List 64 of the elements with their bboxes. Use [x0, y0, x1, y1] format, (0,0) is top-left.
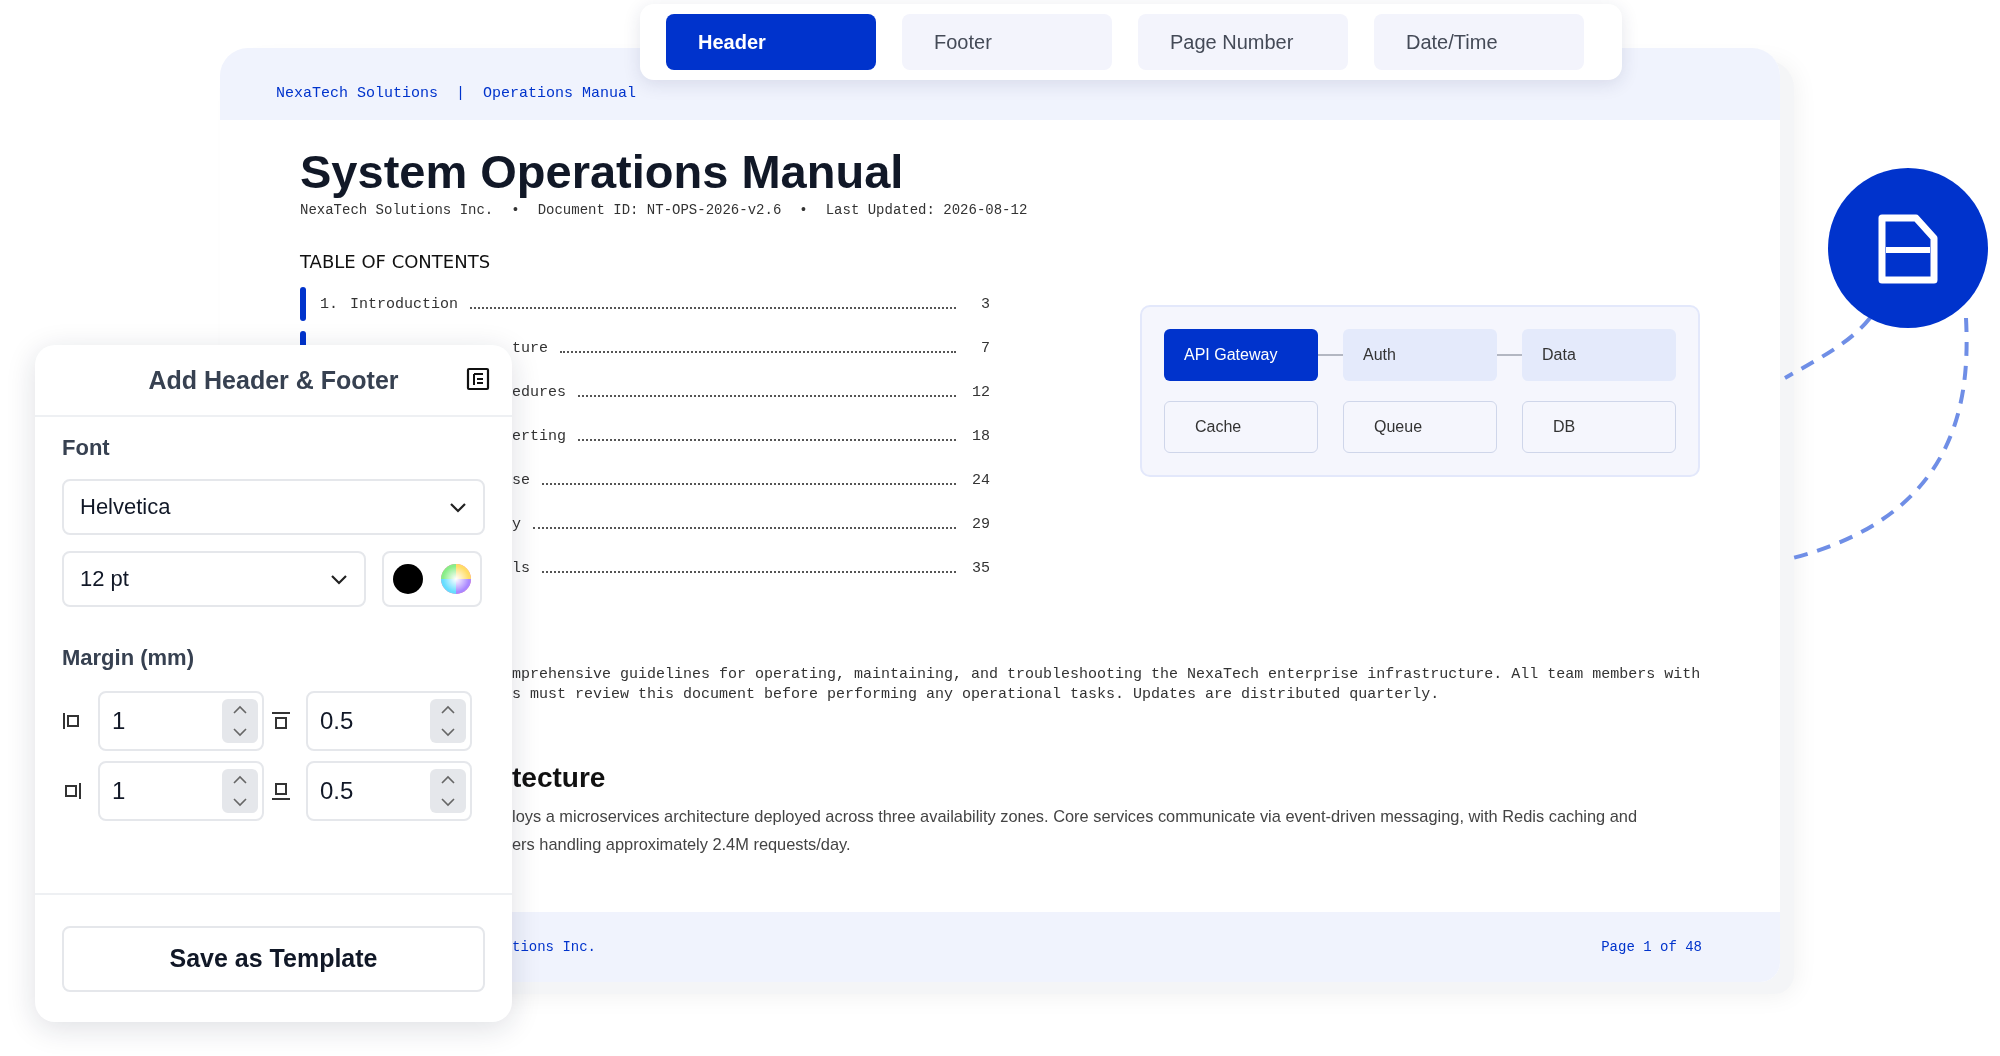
diagram-node: Data	[1522, 329, 1676, 381]
margin-top-icon	[270, 710, 292, 732]
toc-heading: TABLE OF CONTENTS	[300, 252, 492, 272]
header-title: Operations Manual	[483, 85, 637, 102]
toc-title[interactable]: ls	[512, 559, 530, 577]
toc-page: 12	[971, 383, 990, 401]
toc-page: 29	[971, 515, 990, 533]
size-dropdown[interactable]: 12 pt	[62, 551, 366, 607]
toc-title[interactable]: se	[512, 471, 530, 489]
diagram-node: Queue	[1343, 401, 1497, 453]
header-separator: |	[456, 85, 466, 102]
toc-title[interactable]: erting	[512, 427, 566, 445]
stepper-icon[interactable]	[222, 769, 258, 813]
document-meta: •	[799, 201, 808, 220]
template-icon[interactable]	[466, 367, 490, 391]
toc-page: 35	[971, 559, 990, 577]
font-label: Font	[62, 435, 111, 461]
margin-field[interactable]: 1	[98, 691, 264, 751]
toc-number: 1.	[320, 295, 339, 313]
margin-field[interactable]: 0.5	[306, 761, 472, 821]
section-paragraph: loys a microservices architecture deployed across three availability zones. Core services communicate via event-driven messaging, with Redis caching and ers handling approximately 2.4M requests/day.	[512, 806, 1639, 855]
document-title: System Operations Manual	[300, 144, 905, 200]
toc-title[interactable]: Introduction	[350, 295, 459, 313]
stepper-icon[interactable]	[222, 699, 258, 743]
document-meta: NexaTech Solutions Inc.	[300, 201, 494, 220]
toc-page: 3	[980, 295, 990, 313]
color-picker[interactable]	[382, 551, 482, 607]
font-dropdown[interactable]: Helvetica	[62, 479, 485, 535]
tab[interactable]: Footer	[902, 14, 1112, 70]
chevron-down-icon	[449, 500, 467, 514]
page-number: Page 1 of 48	[1601, 939, 1702, 955]
color-wheel-icon[interactable]	[441, 564, 471, 594]
panel-title: Add Header & Footer	[148, 365, 399, 395]
margin-bottom-icon	[270, 780, 292, 802]
document-meta: •	[511, 201, 520, 220]
toc-page: 7	[980, 339, 990, 357]
footer-company: tions Inc.	[512, 939, 596, 955]
diagram-node: Cache	[1164, 401, 1318, 453]
toc-page: 18	[971, 427, 990, 445]
diagram-node: DB	[1522, 401, 1676, 453]
stepper-icon[interactable]	[430, 699, 466, 743]
margin-field[interactable]: 1	[98, 761, 264, 821]
tab[interactable]: Page Number	[1138, 14, 1348, 70]
document-meta: Last Updated: 2026-08-12	[825, 201, 1028, 220]
margin-field[interactable]: 0.5	[306, 691, 472, 751]
document-icon[interactable]	[1828, 168, 1988, 328]
tab[interactable]: Date/Time	[1374, 14, 1584, 70]
toc-title[interactable]: y	[512, 515, 521, 533]
stepper-icon[interactable]	[430, 769, 466, 813]
tab[interactable]: Header	[666, 14, 876, 70]
section-heading: tecture	[512, 761, 607, 795]
save-template-button[interactable]: Save as Template	[62, 925, 485, 992]
toc-page: 24	[971, 471, 990, 489]
margin-label: Margin (mm)	[62, 645, 195, 671]
toc-title[interactable]: edures	[512, 383, 566, 401]
intro-paragraph: mprehensive guidelines for operating, maintaining, and troubleshooting the NexaTech enterprise infrastructure. All team members with s must review this document before performing any operational tasks. Updates are distributed quarterly.	[512, 665, 1700, 705]
document-meta: Document ID: NT-OPS-2026-v2.6	[537, 201, 782, 220]
header-company: NexaTech Solutions	[276, 85, 439, 102]
color-swatch-icon[interactable]	[393, 564, 423, 594]
chevron-down-icon	[330, 572, 348, 586]
diagram-node: Auth	[1343, 329, 1497, 381]
diagram-node: API Gateway	[1164, 329, 1318, 381]
toc-title[interactable]: ture	[512, 339, 548, 357]
margin-right-icon	[62, 780, 84, 802]
